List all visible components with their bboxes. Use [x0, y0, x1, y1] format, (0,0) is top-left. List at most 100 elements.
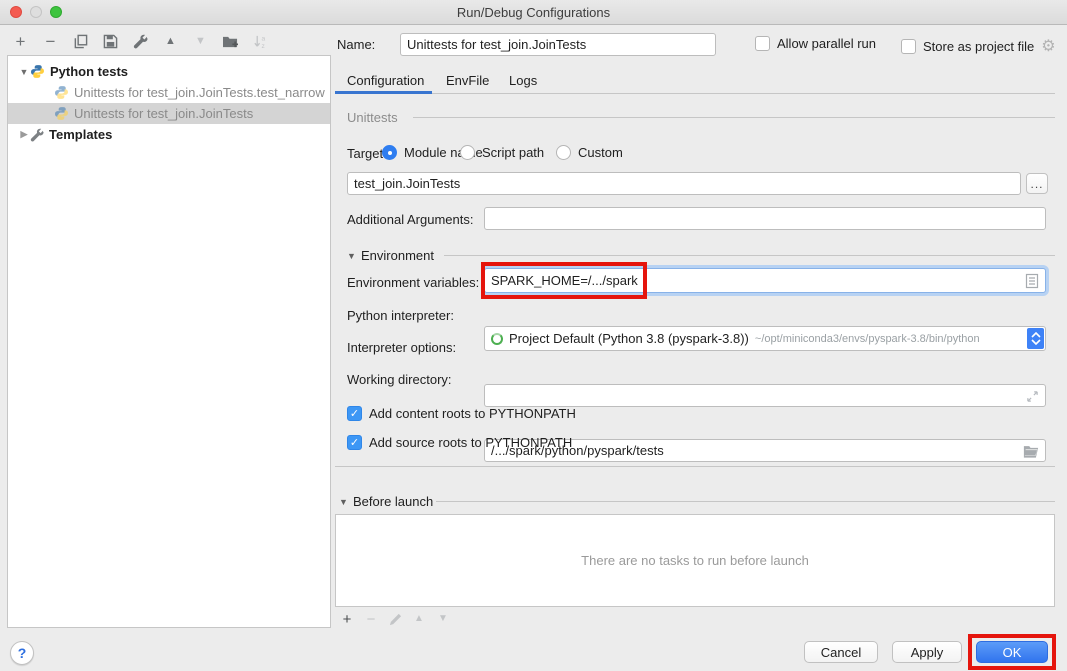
- radio-module-name[interactable]: [382, 145, 397, 160]
- help-button[interactable]: ?: [10, 641, 34, 665]
- task-down-icon: ▼: [436, 612, 450, 626]
- module-name-input[interactable]: [347, 172, 1021, 195]
- add-content-roots-label: Add content roots to PYTHONPATH: [369, 406, 576, 421]
- chevron-right-icon[interactable]: ▶: [18, 129, 30, 140]
- environment-variables-value: SPARK_HOME=/.../spark: [491, 273, 638, 288]
- interpreter-name: Project Default (Python 3.8 (pyspark-3.8…: [509, 331, 749, 346]
- name-label: Name:: [337, 37, 375, 52]
- target-option-custom[interactable]: Custom: [556, 145, 623, 160]
- python-icon: [30, 64, 45, 79]
- remove-icon[interactable]: −: [42, 33, 59, 50]
- before-launch-collapse-icon[interactable]: ▼: [339, 497, 348, 507]
- window-title: Run/Debug Configurations: [457, 5, 610, 20]
- radio-script-path[interactable]: [460, 145, 475, 160]
- add-content-roots-row[interactable]: Add content roots to PYTHONPATH: [347, 406, 576, 421]
- interpreter-options-label: Interpreter options:: [347, 340, 456, 355]
- unittests-group-title: Unittests: [347, 110, 398, 125]
- configurations-tree: ▼ Python tests Unittests for test_join.J…: [7, 55, 331, 628]
- tree-item-label: Unittests for test_join.JoinTests: [74, 106, 253, 121]
- chevron-down-icon[interactable]: ▼: [18, 67, 30, 77]
- add-task-icon[interactable]: +: [340, 612, 354, 626]
- browse-env-vars-icon[interactable]: [1025, 273, 1039, 292]
- svg-text:z: z: [261, 43, 264, 49]
- tree-item-label: Python tests: [50, 64, 128, 79]
- expand-icon[interactable]: [1026, 390, 1039, 406]
- gear-icon[interactable]: ⚙: [1041, 36, 1055, 56]
- environment-collapse-icon[interactable]: ▼: [347, 251, 356, 261]
- additional-arguments-input[interactable]: [484, 207, 1046, 230]
- tab-envfile[interactable]: EnvFile: [446, 73, 489, 88]
- tree-item-label: Templates: [49, 127, 112, 142]
- target-option-script-path[interactable]: Script path: [460, 145, 544, 160]
- tree-item-test-narrow[interactable]: Unittests for test_join.JoinTests.test_n…: [8, 82, 330, 103]
- target-label: Target:: [347, 146, 387, 161]
- radio-label: Script path: [482, 145, 544, 160]
- close-button[interactable]: [10, 6, 22, 18]
- tabs-divider: [335, 93, 1055, 94]
- move-up-icon[interactable]: ▲: [162, 33, 179, 50]
- titlebar: Run/Debug Configurations: [0, 0, 1067, 25]
- remove-task-icon: −: [364, 612, 378, 626]
- allow-parallel-run-row: Allow parallel run: [755, 36, 876, 51]
- interpreter-path: ~/opt/miniconda3/envs/pyspark-3.8/bin/py…: [755, 333, 980, 345]
- save-icon[interactable]: [102, 33, 119, 50]
- tab-configuration[interactable]: Configuration: [347, 73, 424, 88]
- group-divider: [413, 117, 1055, 118]
- browse-button[interactable]: ...: [1026, 173, 1048, 194]
- svg-text:a: a: [261, 35, 265, 42]
- move-down-icon: ▼: [192, 33, 209, 50]
- before-launch-empty-text: There are no tasks to run before launch: [581, 553, 809, 568]
- wrench-icon[interactable]: [132, 33, 149, 50]
- configurations-toolbar: + − ▲ ▼ az: [12, 30, 269, 52]
- before-launch-task-list[interactable]: There are no tasks to run before launch: [335, 514, 1055, 607]
- sort-alphabetically-icon: az: [252, 33, 269, 50]
- before-launch-section-title: Before launch: [353, 494, 433, 509]
- config-bottom-divider: [335, 466, 1055, 467]
- add-source-roots-row[interactable]: Add source roots to PYTHONPATH: [347, 435, 572, 450]
- help-icon: ?: [18, 645, 27, 661]
- minimize-button[interactable]: [30, 6, 42, 18]
- zoom-button[interactable]: [50, 6, 62, 18]
- environment-variables-input[interactable]: SPARK_HOME=/.../spark: [484, 268, 1046, 293]
- new-folder-icon[interactable]: [222, 33, 239, 50]
- apply-button[interactable]: Apply: [892, 641, 962, 663]
- add-source-roots-checkbox[interactable]: [347, 435, 362, 450]
- copy-icon[interactable]: [72, 33, 89, 50]
- environment-section-title: Environment: [361, 248, 434, 263]
- cancel-button[interactable]: Cancel: [804, 641, 878, 663]
- dropdown-spinner-icon[interactable]: [1027, 328, 1044, 349]
- interpreter-options-input[interactable]: [484, 384, 1046, 407]
- active-tab-underline: [335, 91, 432, 94]
- tree-item-templates[interactable]: ▶ Templates: [8, 124, 330, 145]
- section-divider: [436, 501, 1055, 502]
- browse-dots: ...: [1030, 177, 1043, 191]
- add-content-roots-checkbox[interactable]: [347, 406, 362, 421]
- tree-item-label: Unittests for test_join.JoinTests.test_n…: [74, 85, 325, 100]
- add-icon[interactable]: +: [12, 33, 29, 50]
- conda-env-icon: [491, 333, 503, 345]
- python-interpreter-select[interactable]: Project Default (Python 3.8 (pyspark-3.8…: [484, 326, 1046, 351]
- store-as-project-file-label: Store as project file: [923, 39, 1034, 54]
- radio-custom[interactable]: [556, 145, 571, 160]
- radio-label: Custom: [578, 145, 623, 160]
- task-up-icon: ▲: [412, 612, 426, 626]
- tree-item-python-tests[interactable]: ▼ Python tests: [8, 61, 330, 82]
- add-source-roots-label: Add source roots to PYTHONPATH: [369, 435, 572, 450]
- python-test-icon: [54, 106, 69, 121]
- wrench-icon: [30, 128, 44, 142]
- additional-arguments-label: Additional Arguments:: [347, 212, 473, 227]
- name-input[interactable]: [400, 33, 716, 56]
- folder-icon[interactable]: [1023, 444, 1039, 461]
- python-interpreter-label: Python interpreter:: [347, 308, 454, 323]
- section-divider: [444, 255, 1055, 256]
- allow-parallel-run-checkbox[interactable]: [755, 36, 770, 51]
- python-test-icon: [54, 85, 69, 100]
- environment-variables-label: Environment variables:: [347, 275, 479, 290]
- ok-button[interactable]: OK: [976, 641, 1048, 663]
- before-launch-toolbar: + − ▲ ▼: [340, 612, 450, 626]
- edit-task-icon: [388, 612, 402, 626]
- tree-item-jointests-selected[interactable]: Unittests for test_join.JoinTests: [8, 103, 330, 124]
- store-as-project-file-checkbox[interactable]: [901, 39, 916, 54]
- tab-logs[interactable]: Logs: [509, 73, 537, 88]
- allow-parallel-run-label: Allow parallel run: [777, 36, 876, 51]
